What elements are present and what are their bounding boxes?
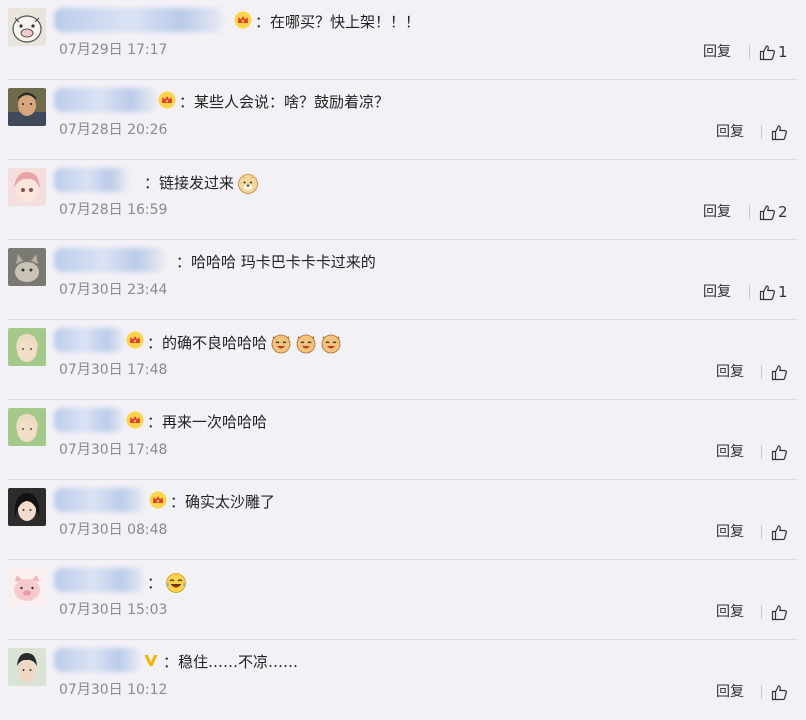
- avatar[interactable]: [8, 328, 46, 366]
- like-button[interactable]: 2: [759, 203, 788, 221]
- thumbs-up-icon: [771, 604, 788, 621]
- thumbs-up-icon: [759, 44, 776, 61]
- comment-date: 07月30日 08:48: [59, 522, 168, 538]
- divider: [761, 685, 762, 699]
- reply-button[interactable]: 回复: [716, 522, 744, 542]
- avatar[interactable]: [8, 248, 46, 286]
- username-redacted[interactable]: [54, 328, 124, 352]
- comment-text: ：哈哈哈 玛卡巴卡卡卡过来的: [176, 253, 376, 271]
- username-redacted[interactable]: [54, 568, 144, 592]
- divider: [749, 285, 750, 299]
- reply-button[interactable]: 回复: [703, 202, 731, 222]
- comment-date: 07月28日 16:59: [59, 202, 168, 218]
- comment-item: ：哈哈哈 玛卡巴卡卡卡过来的 07月30日 23:44 回复 1: [0, 240, 806, 320]
- username-redacted[interactable]: [54, 168, 128, 192]
- thumbs-up-icon: [759, 284, 776, 301]
- doge-emoji-icon: [237, 172, 259, 194]
- comment-text: ：确实太沙雕了: [170, 493, 276, 511]
- username-redacted[interactable]: [54, 408, 124, 432]
- avatar[interactable]: [8, 168, 46, 206]
- comment-text: ：的确不良哈哈哈: [147, 332, 342, 354]
- comment-item: ：在哪买？快上架！！！ 07月29日 17:17 回复 1: [0, 0, 806, 80]
- like-button[interactable]: [771, 523, 790, 541]
- thumbs-up-icon: [771, 444, 788, 461]
- comment-text: ：: [147, 572, 187, 594]
- comment-text: ：再来一次哈哈哈: [147, 413, 268, 431]
- reply-button[interactable]: 回复: [703, 282, 731, 302]
- reply-button[interactable]: 回复: [716, 682, 744, 702]
- comment-text: ：链接发过来: [144, 172, 259, 194]
- reply-button[interactable]: 回复: [716, 602, 744, 622]
- comment-item: ：某些人会说：啥？鼓励着凉？ 07月28日 20:26 回复: [0, 80, 806, 160]
- comment-item: ： 07月30日 15:03 回复: [0, 560, 806, 640]
- reply-button[interactable]: 回复: [716, 442, 744, 462]
- divider: [761, 365, 762, 379]
- username-redacted[interactable]: [54, 8, 224, 32]
- like-button[interactable]: 1: [759, 283, 788, 301]
- reply-button[interactable]: 回复: [716, 122, 744, 142]
- divider: [761, 525, 762, 539]
- comment-date: 07月30日 17:48: [59, 442, 168, 458]
- comment-item: ：稳住……不凉…… 07月30日 10:12 回复: [0, 640, 806, 720]
- comment-text: ：在哪买？快上架！！！: [255, 13, 421, 31]
- comment-item: ：再来一次哈哈哈 07月30日 17:48 回复: [0, 400, 806, 480]
- reply-button[interactable]: 回复: [703, 42, 731, 62]
- comment-text: ：某些人会说：啥？鼓励着凉？: [179, 93, 390, 111]
- comment-item: ：链接发过来 07月28日 16:59 回复 2: [0, 160, 806, 240]
- thumbs-up-icon: [771, 364, 788, 381]
- avatar[interactable]: [8, 8, 46, 46]
- like-count: 2: [778, 203, 788, 221]
- like-button[interactable]: [771, 603, 790, 621]
- like-button[interactable]: [771, 443, 790, 461]
- thumbs-up-icon: [759, 204, 776, 221]
- thumbs-up-icon: [771, 524, 788, 541]
- divider: [761, 125, 762, 139]
- avatar[interactable]: [8, 88, 46, 126]
- like-button[interactable]: [771, 123, 790, 141]
- divider: [761, 605, 762, 619]
- divider: [749, 205, 750, 219]
- cat-laugh-emoji-icon: [295, 332, 317, 354]
- avatar[interactable]: [8, 488, 46, 526]
- reply-button[interactable]: 回复: [716, 362, 744, 382]
- like-count: 1: [778, 283, 788, 301]
- avatar[interactable]: [8, 568, 46, 606]
- cat-laugh-emoji-icon: [270, 332, 292, 354]
- cat-laugh-emoji-icon: [320, 332, 342, 354]
- divider: [749, 45, 750, 59]
- username-redacted[interactable]: [54, 88, 156, 112]
- comment-list: ：在哪买？快上架！！！ 07月29日 17:17 回复 1 ：某些人会说：啥？鼓…: [0, 0, 806, 717]
- like-button[interactable]: [771, 683, 790, 701]
- avatar[interactable]: [8, 408, 46, 446]
- thumbs-up-icon: [771, 684, 788, 701]
- divider: [761, 445, 762, 459]
- username-redacted[interactable]: [54, 488, 144, 512]
- comment-date: 07月30日 10:12: [59, 682, 168, 698]
- username-redacted[interactable]: [54, 648, 140, 672]
- verified-v-icon: [142, 651, 160, 669]
- like-button[interactable]: 1: [759, 43, 788, 61]
- like-count: 1: [778, 43, 788, 61]
- comment-date: 07月30日 15:03: [59, 602, 168, 618]
- crown-badge-icon: [158, 91, 176, 109]
- comment-text: ：稳住……不凉……: [163, 653, 299, 671]
- crown-badge-icon: [126, 331, 144, 349]
- crown-badge-icon: [234, 11, 252, 29]
- laugh-cry-emoji-icon: [165, 572, 187, 594]
- comment-date: 07月30日 23:44: [59, 282, 168, 298]
- like-button[interactable]: [771, 363, 790, 381]
- avatar[interactable]: [8, 648, 46, 686]
- comment-date: 07月30日 17:48: [59, 362, 168, 378]
- comment-item: ：确实太沙雕了 07月30日 08:48 回复: [0, 480, 806, 560]
- username-redacted[interactable]: [54, 248, 164, 272]
- comment-item: ：的确不良哈哈哈 07月30日 17:48 回复: [0, 320, 806, 400]
- crown-badge-icon: [149, 491, 167, 509]
- thumbs-up-icon: [771, 124, 788, 141]
- crown-badge-icon: [126, 411, 144, 429]
- comment-date: 07月28日 20:26: [59, 122, 168, 138]
- comment-date: 07月29日 17:17: [59, 42, 168, 58]
